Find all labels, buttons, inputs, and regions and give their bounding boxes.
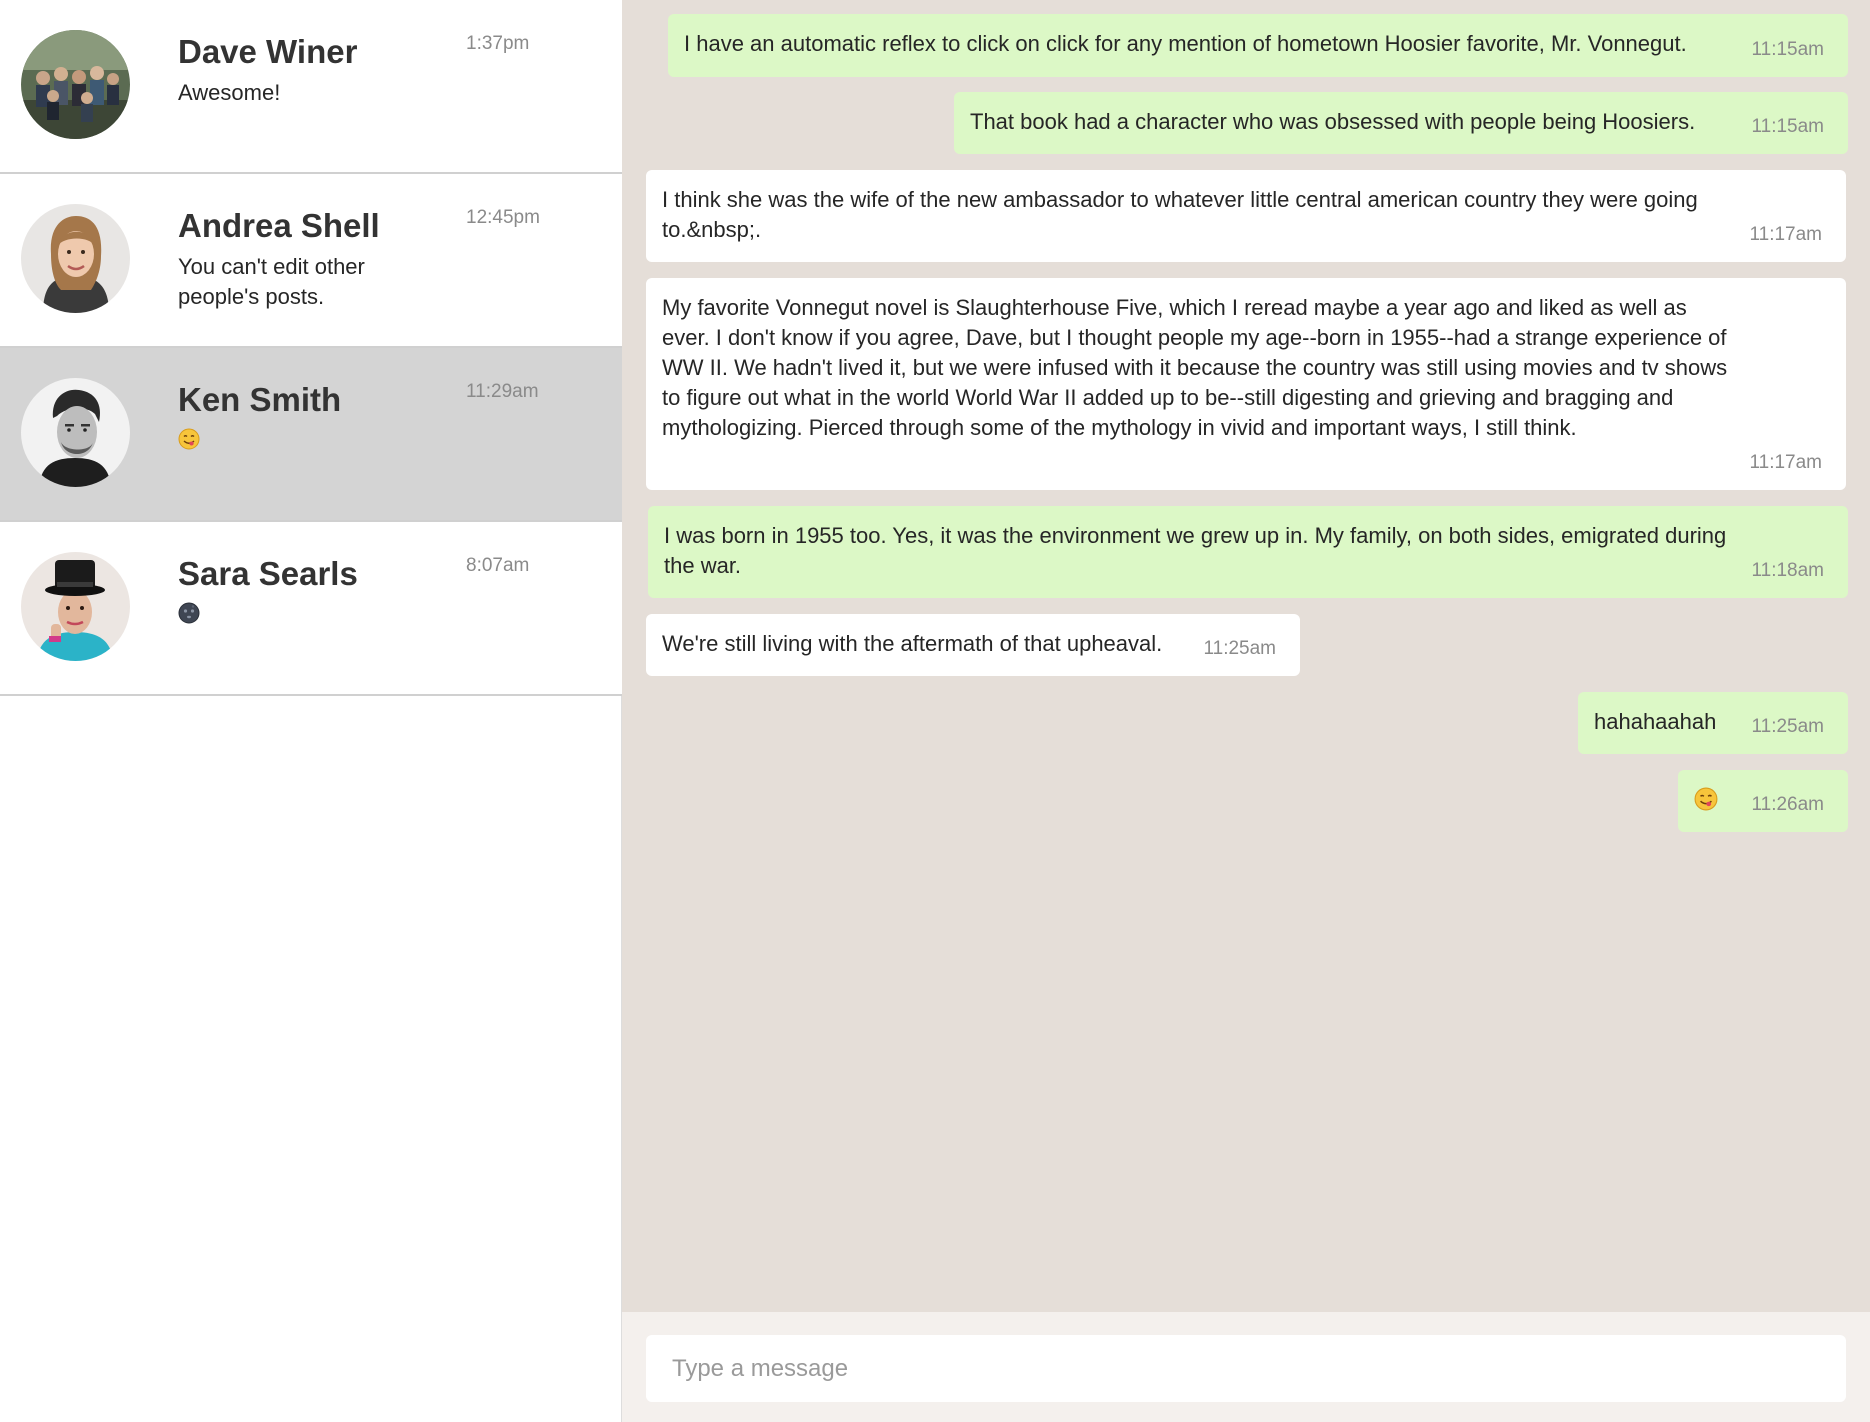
message-bubble-outgoing: That book had a character who was obsess… [954, 92, 1848, 154]
conversation-pane: I have an automatic reflex to click on c… [622, 0, 1870, 1312]
contact-name: Ken Smith [178, 381, 342, 418]
contact-item-sara-searls[interactable]: Sara Searls 8:07am [0, 522, 622, 696]
avatar-photo-group-outdoors [21, 30, 130, 139]
contact-item-ken-smith[interactable]: Ken Smith 11:29am [0, 348, 622, 522]
contact-name: Dave Winer [178, 33, 358, 70]
avatar-photo-man-hat [21, 552, 130, 661]
contact-preview: Awesome! [178, 80, 281, 105]
contact-item-andrea-shell[interactable]: Andrea Shell You can't edit other people… [0, 174, 622, 348]
message-bubble-outgoing: I have an automatic reflex to click on c… [668, 14, 1848, 77]
message-input[interactable] [646, 1335, 1846, 1402]
avatar-photo-man-bw [21, 378, 130, 487]
contact-list: Dave Winer Awesome! 1:37pm Andrea Shell … [0, 0, 622, 1422]
message-bubble-incoming: I think she was the wife of the new amba… [646, 170, 1846, 262]
contact-time: 8:07am [466, 555, 530, 576]
message-time: 11:15am [1751, 39, 1824, 60]
contact-preview [178, 600, 418, 632]
message-composer [622, 1312, 1870, 1422]
messaging-app: Dave Winer Awesome! 1:37pm Andrea Shell … [0, 0, 1870, 1422]
message-text: That book had a character who was obsess… [970, 109, 1696, 134]
contact-preview: You can't edit other people's posts. [178, 254, 365, 309]
contact-name: Andrea Shell [178, 207, 380, 244]
message-text: I was born in 1955 too. Yes, it was the … [664, 523, 1727, 578]
contact-time: 12:45pm [466, 207, 540, 228]
message-text: We're still living with the aftermath of… [662, 631, 1163, 656]
message-text: My favorite Vonnegut novel is Slaughterh… [662, 295, 1728, 440]
contact-item-dave-winer[interactable]: Dave Winer Awesome! 1:37pm [0, 0, 622, 174]
message-bubble-incoming: We're still living with the aftermath of… [646, 614, 1300, 676]
avatar-photo-woman [21, 204, 130, 313]
message-bubble-outgoing: I was born in 1955 too. Yes, it was the … [648, 506, 1848, 598]
message-time: 11:25am [1751, 716, 1824, 737]
contact-name: Sara Searls [178, 555, 358, 592]
smiling-face-tongue-icon [1694, 787, 1718, 819]
smiling-face-tongue-icon [178, 428, 200, 458]
dark-moon-face-icon [178, 602, 200, 632]
message-time: 11:15am [1751, 116, 1824, 137]
message-text: I have an automatic reflex to click on c… [684, 31, 1687, 56]
message-time: 11:18am [1751, 560, 1824, 581]
message-time: 11:25am [1203, 638, 1276, 659]
contact-preview [178, 426, 418, 458]
message-time: 11:17am [1749, 452, 1822, 473]
message-bubble-incoming: My favorite Vonnegut novel is Slaughterh… [646, 278, 1846, 490]
message-bubble-outgoing: hahahaahah 11:25am [1578, 692, 1848, 754]
message-time: 11:17am [1749, 224, 1822, 245]
contact-time: 1:37pm [466, 33, 530, 54]
message-text: I think she was the wife of the new amba… [662, 187, 1698, 242]
message-time: 11:26am [1751, 794, 1824, 815]
contact-time: 11:29am [466, 381, 539, 402]
message-bubble-outgoing: 11:26am [1678, 770, 1848, 832]
